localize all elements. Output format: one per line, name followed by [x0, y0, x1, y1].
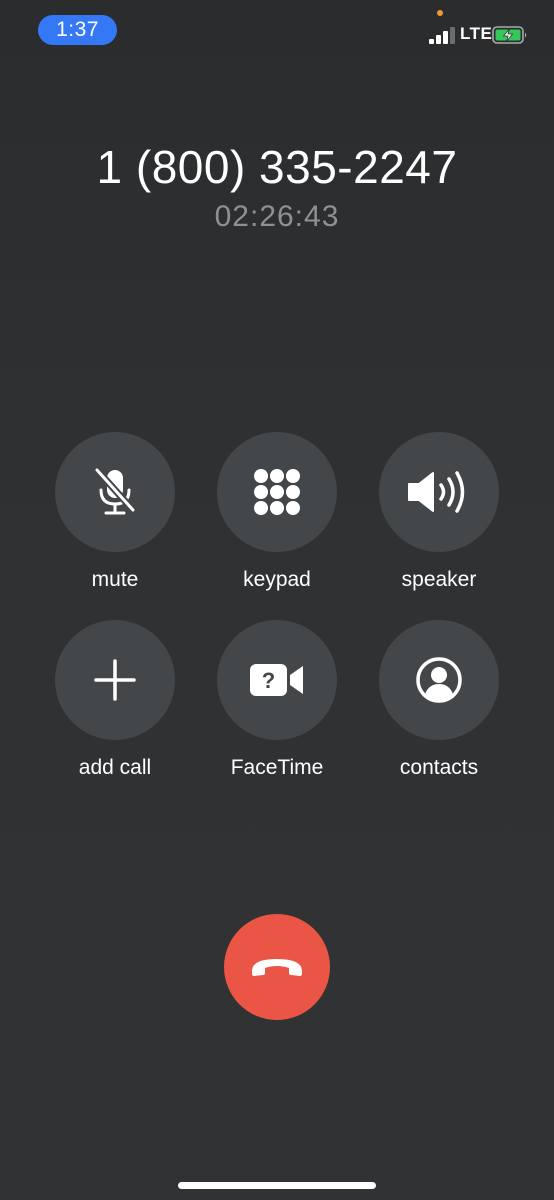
battery-charging-icon [492, 26, 527, 44]
contacts-button[interactable] [379, 620, 499, 740]
add-call-label: add call [78, 756, 152, 779]
svg-text:?: ? [262, 668, 275, 693]
mic-slash-icon [94, 467, 136, 515]
facetime-label: FaceTime [230, 756, 324, 779]
end-call-button[interactable] [224, 914, 330, 1020]
speaker-button[interactable] [379, 432, 499, 552]
keypad-control: keypad [197, 432, 357, 592]
phone-down-icon [252, 959, 302, 976]
home-indicator[interactable] [178, 1182, 376, 1189]
speaker-label: speaker [401, 568, 477, 591]
add-call-control: add call [35, 620, 195, 780]
video-question-icon: ? [250, 664, 303, 696]
keypad-grid-icon [254, 469, 300, 515]
privacy-indicator-dot [437, 10, 443, 16]
speaker-wave-icon [408, 471, 465, 513]
contacts-control: contacts [359, 620, 519, 780]
contacts-label: contacts [399, 756, 479, 779]
person-circle-icon [416, 657, 462, 703]
status-time[interactable]: 1:37 [38, 15, 117, 45]
speaker-control: speaker [359, 432, 519, 592]
keypad-button[interactable] [217, 432, 337, 552]
call-duration: 02:26:43 [214, 200, 340, 233]
network-type: LTE [460, 24, 493, 43]
keypad-label: keypad [243, 568, 311, 591]
facetime-button[interactable]: ? [217, 620, 337, 740]
facetime-control: ? FaceTime [197, 620, 357, 780]
add-call-button[interactable] [55, 620, 175, 740]
cellular-signal-icon [429, 26, 456, 44]
caller-number: 1 (800) 335-2247 [96, 141, 458, 193]
mute-button[interactable] [55, 432, 175, 552]
mute-label: mute [91, 568, 139, 591]
mute-control: mute [35, 432, 195, 592]
plus-icon [94, 659, 136, 701]
